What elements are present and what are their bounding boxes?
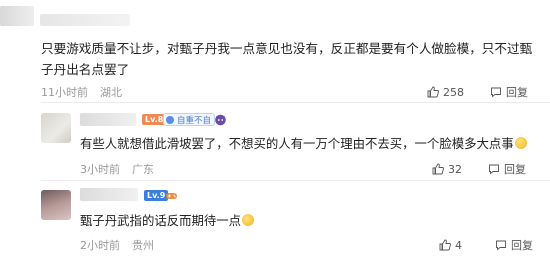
top-header-strip <box>0 0 550 30</box>
comment-meta: 2小时前 贵州 <box>80 237 154 253</box>
speech-bubble-icon <box>489 164 499 175</box>
post-like-count: 258 <box>443 85 464 99</box>
comment-actions: 4 回复 <box>439 237 533 253</box>
post-reply-button[interactable]: 回复 <box>490 84 528 100</box>
gamepad-icon <box>166 193 177 199</box>
comment-text: 甄子丹武指的话反而期待一点 <box>80 211 255 229</box>
comment-avatar[interactable] <box>41 113 71 143</box>
comment-like-count: 32 <box>448 162 462 176</box>
thumbs-up-icon <box>439 239 451 251</box>
comment-location: 广东 <box>132 163 154 176</box>
comment-text: 有些人就想借此滑坡罢了，不想买的人有一万个理由不去买，一个脸模多大点事 <box>80 134 527 152</box>
comment-text-content: 有些人就想借此滑坡罢了，不想买的人有一万个理由不去买，一个脸模多大点事 <box>80 136 514 151</box>
blurred-username <box>40 14 130 26</box>
comment-meta: 3小时前 广东 <box>80 161 154 177</box>
smiling-face-emoji <box>514 137 527 149</box>
post-location: 湖北 <box>100 86 122 99</box>
cat-face-icon <box>215 114 226 126</box>
comment-like-button[interactable]: 4 <box>439 239 462 252</box>
comment-like-button[interactable]: 32 <box>432 163 462 176</box>
comment-location: 贵州 <box>132 239 154 252</box>
comment-reply-button[interactable]: 回复 <box>495 237 533 253</box>
fan-badge-label: 自重不自 <box>177 115 212 126</box>
blurred-avatar <box>0 6 34 26</box>
fan-badge[interactable]: 自重不自 <box>163 113 216 126</box>
comment-reply-label: 回复 <box>511 239 533 252</box>
speech-bubble-icon <box>496 240 506 251</box>
comment-reply-label: 回复 <box>504 163 526 176</box>
post-time: 11小时前 <box>41 86 88 99</box>
comment-username-blurred[interactable] <box>80 113 136 126</box>
smiling-face-emoji <box>242 214 255 226</box>
post-actions: 258 回复 <box>427 84 528 100</box>
divider <box>41 102 550 103</box>
comment-reply-button[interactable]: 回复 <box>488 161 526 177</box>
comment-avatar[interactable] <box>41 190 71 220</box>
comment-time: 2小时前 <box>80 239 120 252</box>
comment-text-content: 甄子丹武指的话反而期待一点 <box>80 213 242 228</box>
post-text: 只要游戏质量不让步，对甄子丹我一点意见也没有，反正都是要有个人做脸模，只不过甄子… <box>41 41 533 77</box>
divider <box>41 180 550 181</box>
comment-like-count: 4 <box>455 238 462 252</box>
post-like-button[interactable]: 258 <box>427 86 464 99</box>
badge-dot-icon <box>166 115 174 124</box>
post-meta: 11小时前 湖北 <box>41 84 122 100</box>
thumbs-up-icon <box>432 163 444 175</box>
comment-actions: 32 回复 <box>432 161 526 177</box>
thumbs-up-icon <box>427 86 439 98</box>
comment-time: 3小时前 <box>80 163 120 176</box>
speech-bubble-icon <box>491 87 501 98</box>
post-reply-label: 回复 <box>506 86 528 99</box>
comment-username-blurred[interactable] <box>80 188 138 201</box>
